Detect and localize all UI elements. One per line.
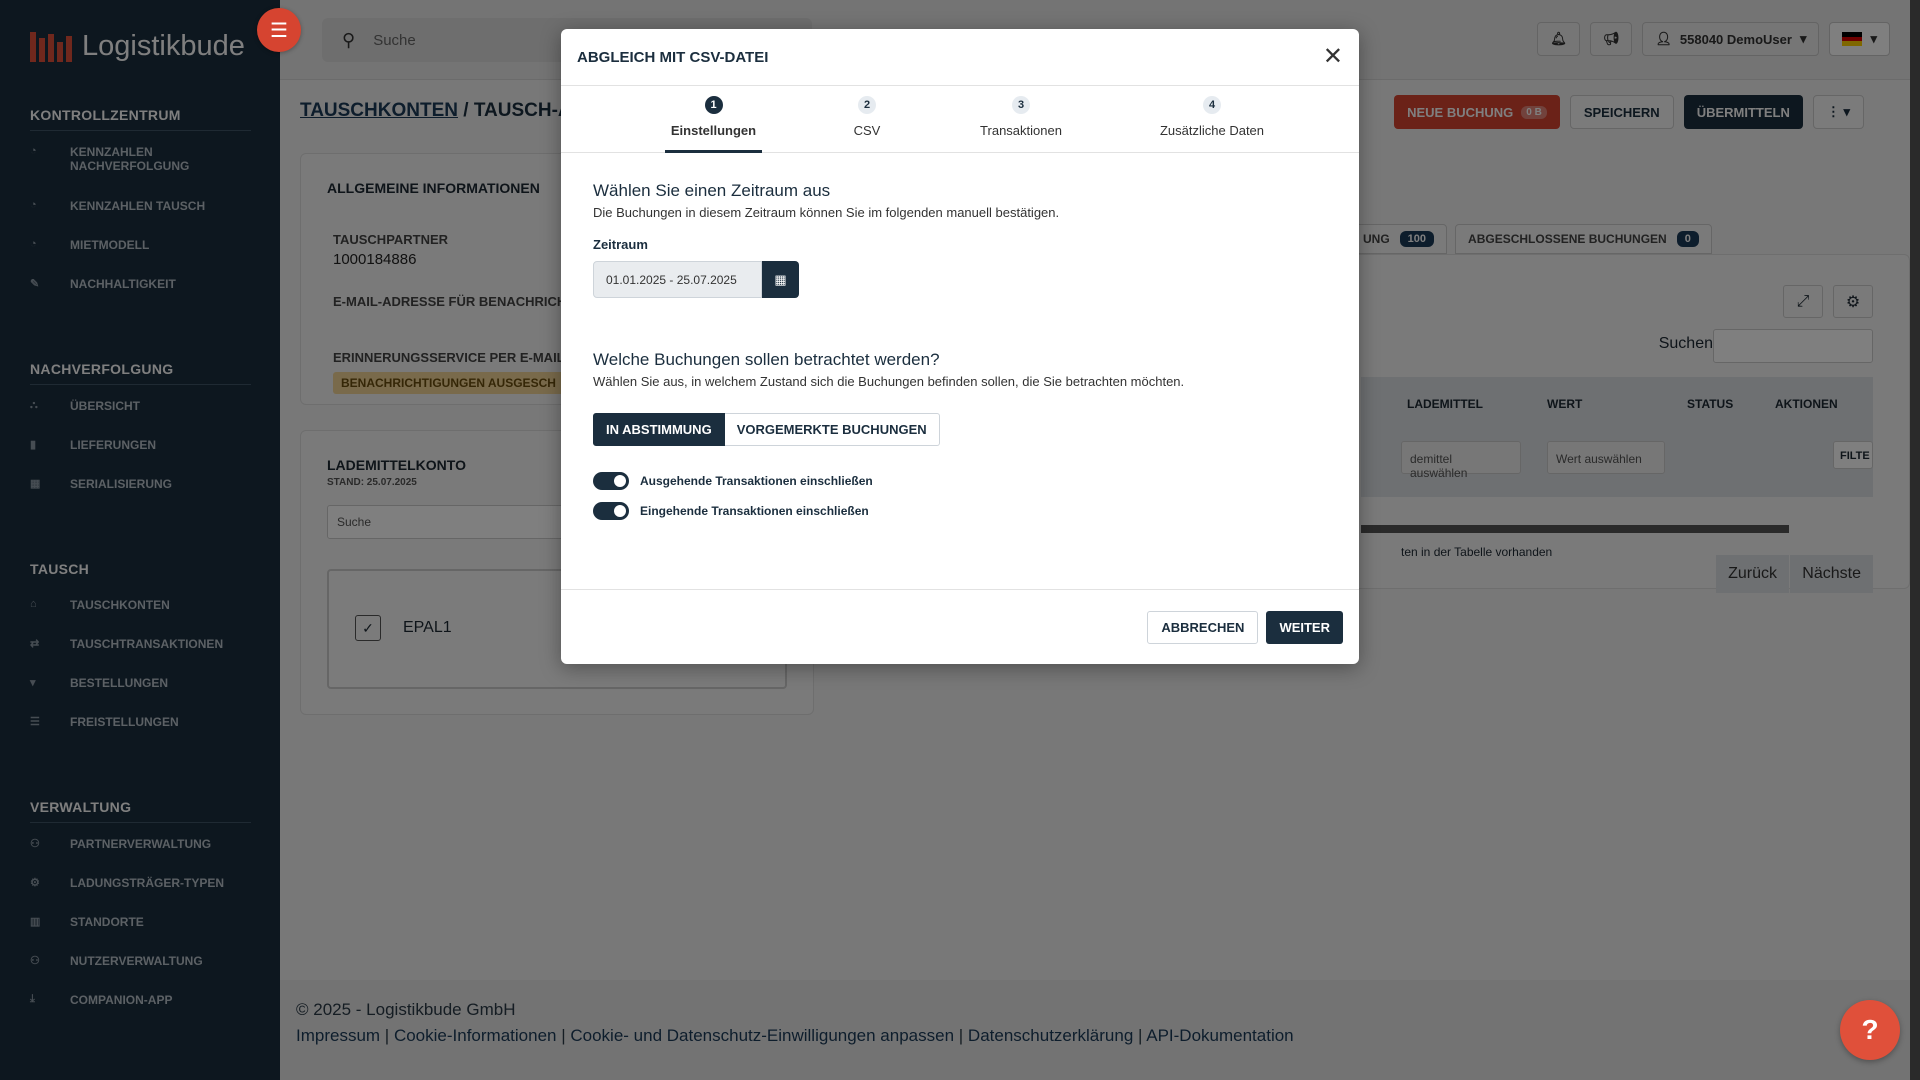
calendar-button[interactable]: ▦ <box>762 261 799 298</box>
outgoing-transactions-switch[interactable] <box>593 472 629 490</box>
vorgemerkte-buchungen-option[interactable]: VORGEMERKTE BUCHUNGEN <box>724 413 940 446</box>
dialog-footer: ABBRECHEN WEITER <box>561 589 1359 664</box>
stepper: 1 Einstellungen 2 CSV 3 Transaktionen 4 Zusä… <box>561 86 1359 153</box>
close-icon: ✕ <box>1322 43 1343 70</box>
incoming-toggle-row: Eingehende Transaktionen einschließen <box>593 502 1327 520</box>
sidebar-toggle-button[interactable]: ☰ <box>257 8 301 52</box>
bookings-description: Wählen Sie aus, in welchem Zustand sich … <box>593 374 1185 389</box>
dialog-header: ABGLEICH MIT CSV-DATEI ✕ <box>561 29 1359 86</box>
step-number: 1 <box>704 96 723 114</box>
calendar-icon: ▦ <box>774 271 787 287</box>
help-button[interactable]: ? <box>1840 1000 1900 1060</box>
period-label: Zeitraum <box>593 237 648 252</box>
step-transaktionen[interactable]: 3 Transaktionen <box>971 86 1071 153</box>
incoming-toggle-label: Eingehende Transaktionen einschließen <box>640 504 869 518</box>
outgoing-toggle-label: Ausgehende Transaktionen einschließen <box>640 474 873 488</box>
period-heading: Wählen Sie einen Zeitraum aus <box>593 181 831 200</box>
dialog-body: Wählen Sie einen Zeitraum aus Die Buchun… <box>561 153 1359 548</box>
step-number: 2 <box>858 96 876 114</box>
menu-icon: ☰ <box>270 19 288 42</box>
cancel-button[interactable]: ABBRECHEN <box>1147 610 1259 644</box>
incoming-transactions-switch[interactable] <box>593 502 629 520</box>
dialog-title: ABGLEICH MIT CSV-DATEI <box>577 48 769 66</box>
next-button[interactable]: WEITER <box>1266 610 1343 644</box>
outgoing-toggle-row: Ausgehende Transaktionen einschließen <box>593 472 1327 490</box>
step-csv[interactable]: 2 CSV <box>837 86 897 153</box>
in-abstimmung-option[interactable]: IN ABSTIMMUNG <box>593 413 725 446</box>
period-description: Die Buchungen in diesem Zeitraum können … <box>593 205 1060 220</box>
date-range-picker: 01.01.2025 - 25.07.2025 ▦ <box>593 261 1327 298</box>
question-icon: ? <box>1861 1014 1879 1045</box>
step-label: CSV <box>853 123 881 138</box>
step-label: Transaktionen <box>980 123 1062 138</box>
step-number: 3 <box>1012 96 1030 114</box>
csv-compare-dialog: ABGLEICH MIT CSV-DATEI ✕ 1 Einstellungen … <box>561 29 1359 664</box>
step-label: Zusätzliche Daten <box>1159 123 1265 138</box>
step-label: Einstellungen <box>670 123 757 138</box>
step-number: 4 <box>1203 96 1221 114</box>
booking-state-toggle: IN ABSTIMMUNG VORGEMERKTE BUCHUNGEN <box>593 413 1327 446</box>
close-button[interactable]: ✕ <box>1323 45 1343 69</box>
step-einstellungen[interactable]: 1 Einstellungen <box>665 86 762 153</box>
date-range-input[interactable]: 01.01.2025 - 25.07.2025 <box>593 261 762 298</box>
step-zusaetzliche-daten[interactable]: 4 Zusätzliche Daten <box>1147 86 1277 153</box>
bookings-heading: Welche Buchungen sollen betrachtet werde… <box>593 350 940 369</box>
